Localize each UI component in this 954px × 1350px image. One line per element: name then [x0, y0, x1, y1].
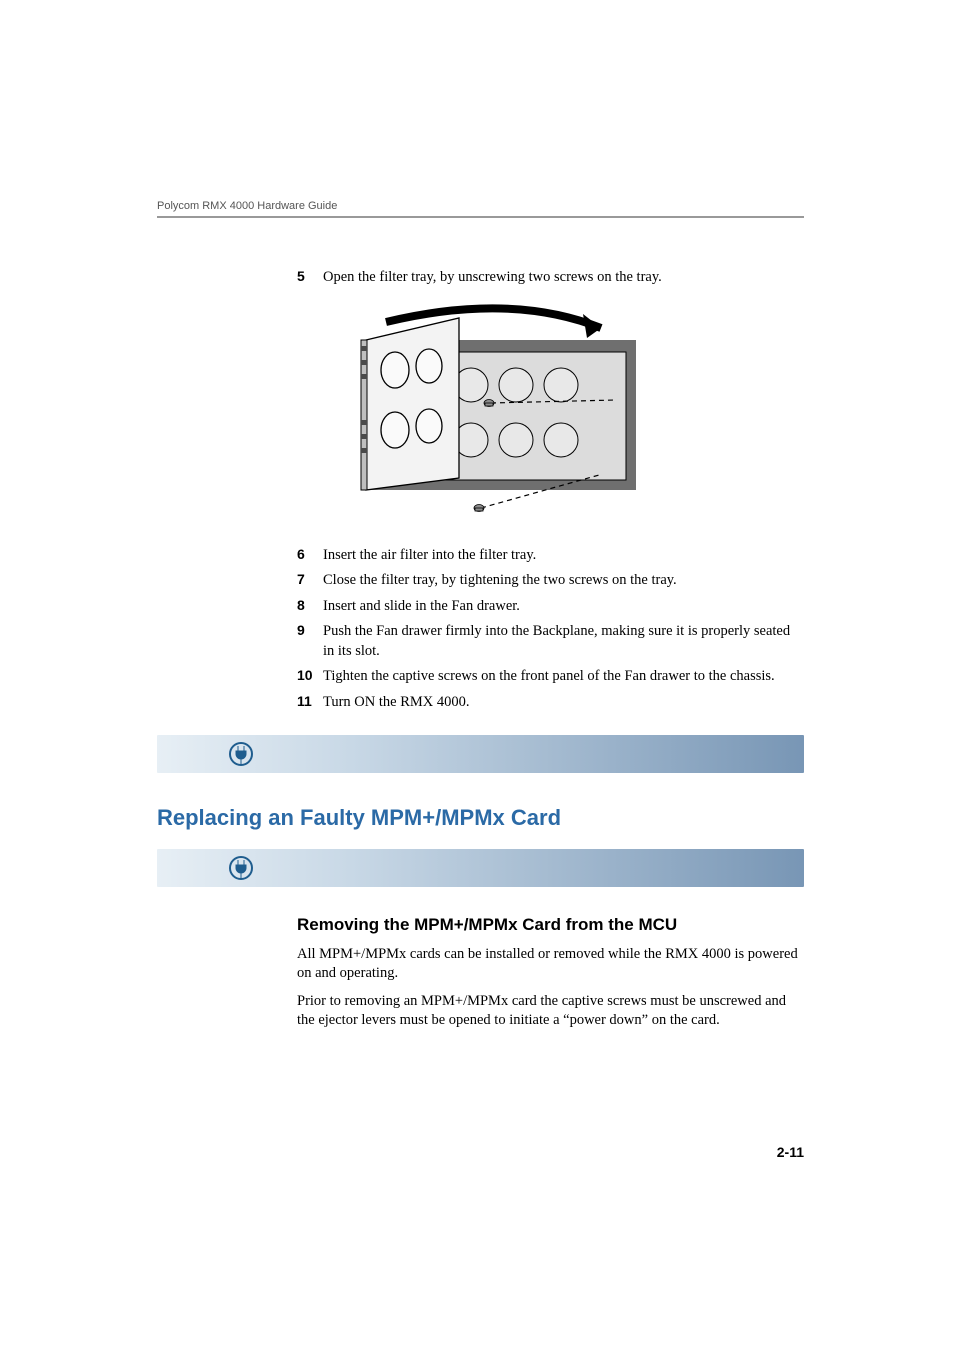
note-bar [157, 849, 804, 887]
section-heading-h2: Replacing an Faulty MPM+/MPMx Card [157, 805, 804, 831]
step-text: Insert the air filter into the filter tr… [323, 546, 536, 566]
step-text: Turn ON the RMX 4000. [323, 693, 470, 713]
section-heading-h3: Removing the MPM+/MPMx Card from the MCU [297, 915, 804, 935]
header-rule [157, 216, 804, 218]
step-number: 10 [297, 667, 323, 683]
step-row: 5 Open the filter tray, by unscrewing tw… [297, 268, 804, 288]
step-row: 11 Turn ON the RMX 4000. [297, 693, 804, 713]
step-row: 10 Tighten the captive screws on the fro… [297, 667, 804, 687]
step-row: 6 Insert the air filter into the filter … [297, 546, 804, 566]
step-text: Open the filter tray, by unscrewing two … [323, 268, 662, 288]
running-header: Polycom RMX 4000 Hardware Guide [157, 200, 804, 212]
step-text: Insert and slide in the Fan drawer. [323, 597, 520, 617]
plug-icon [229, 742, 253, 766]
step-number: 11 [297, 693, 323, 709]
step-row: 8 Insert and slide in the Fan drawer. [297, 597, 804, 617]
step-text: Close the filter tray, by tightening the… [323, 571, 677, 591]
note-bar [157, 735, 804, 773]
step-text: Push the Fan drawer firmly into the Back… [323, 622, 804, 661]
plug-icon [229, 856, 253, 880]
body-paragraph: All MPM+/MPMx cards can be installed or … [297, 945, 804, 984]
body-paragraph: Prior to removing an MPM+/MPMx card the … [297, 992, 804, 1031]
step-row: 7 Close the filter tray, by tightening t… [297, 571, 804, 591]
step-number: 5 [297, 268, 323, 284]
filter-tray-illustration [331, 300, 804, 532]
step-row: 9 Push the Fan drawer firmly into the Ba… [297, 622, 804, 661]
step-number: 8 [297, 597, 323, 613]
step-number: 9 [297, 622, 323, 638]
step-text: Tighten the captive screws on the front … [323, 667, 775, 687]
step-number: 6 [297, 546, 323, 562]
step-number: 7 [297, 571, 323, 587]
page-number: 2-11 [777, 1144, 804, 1160]
